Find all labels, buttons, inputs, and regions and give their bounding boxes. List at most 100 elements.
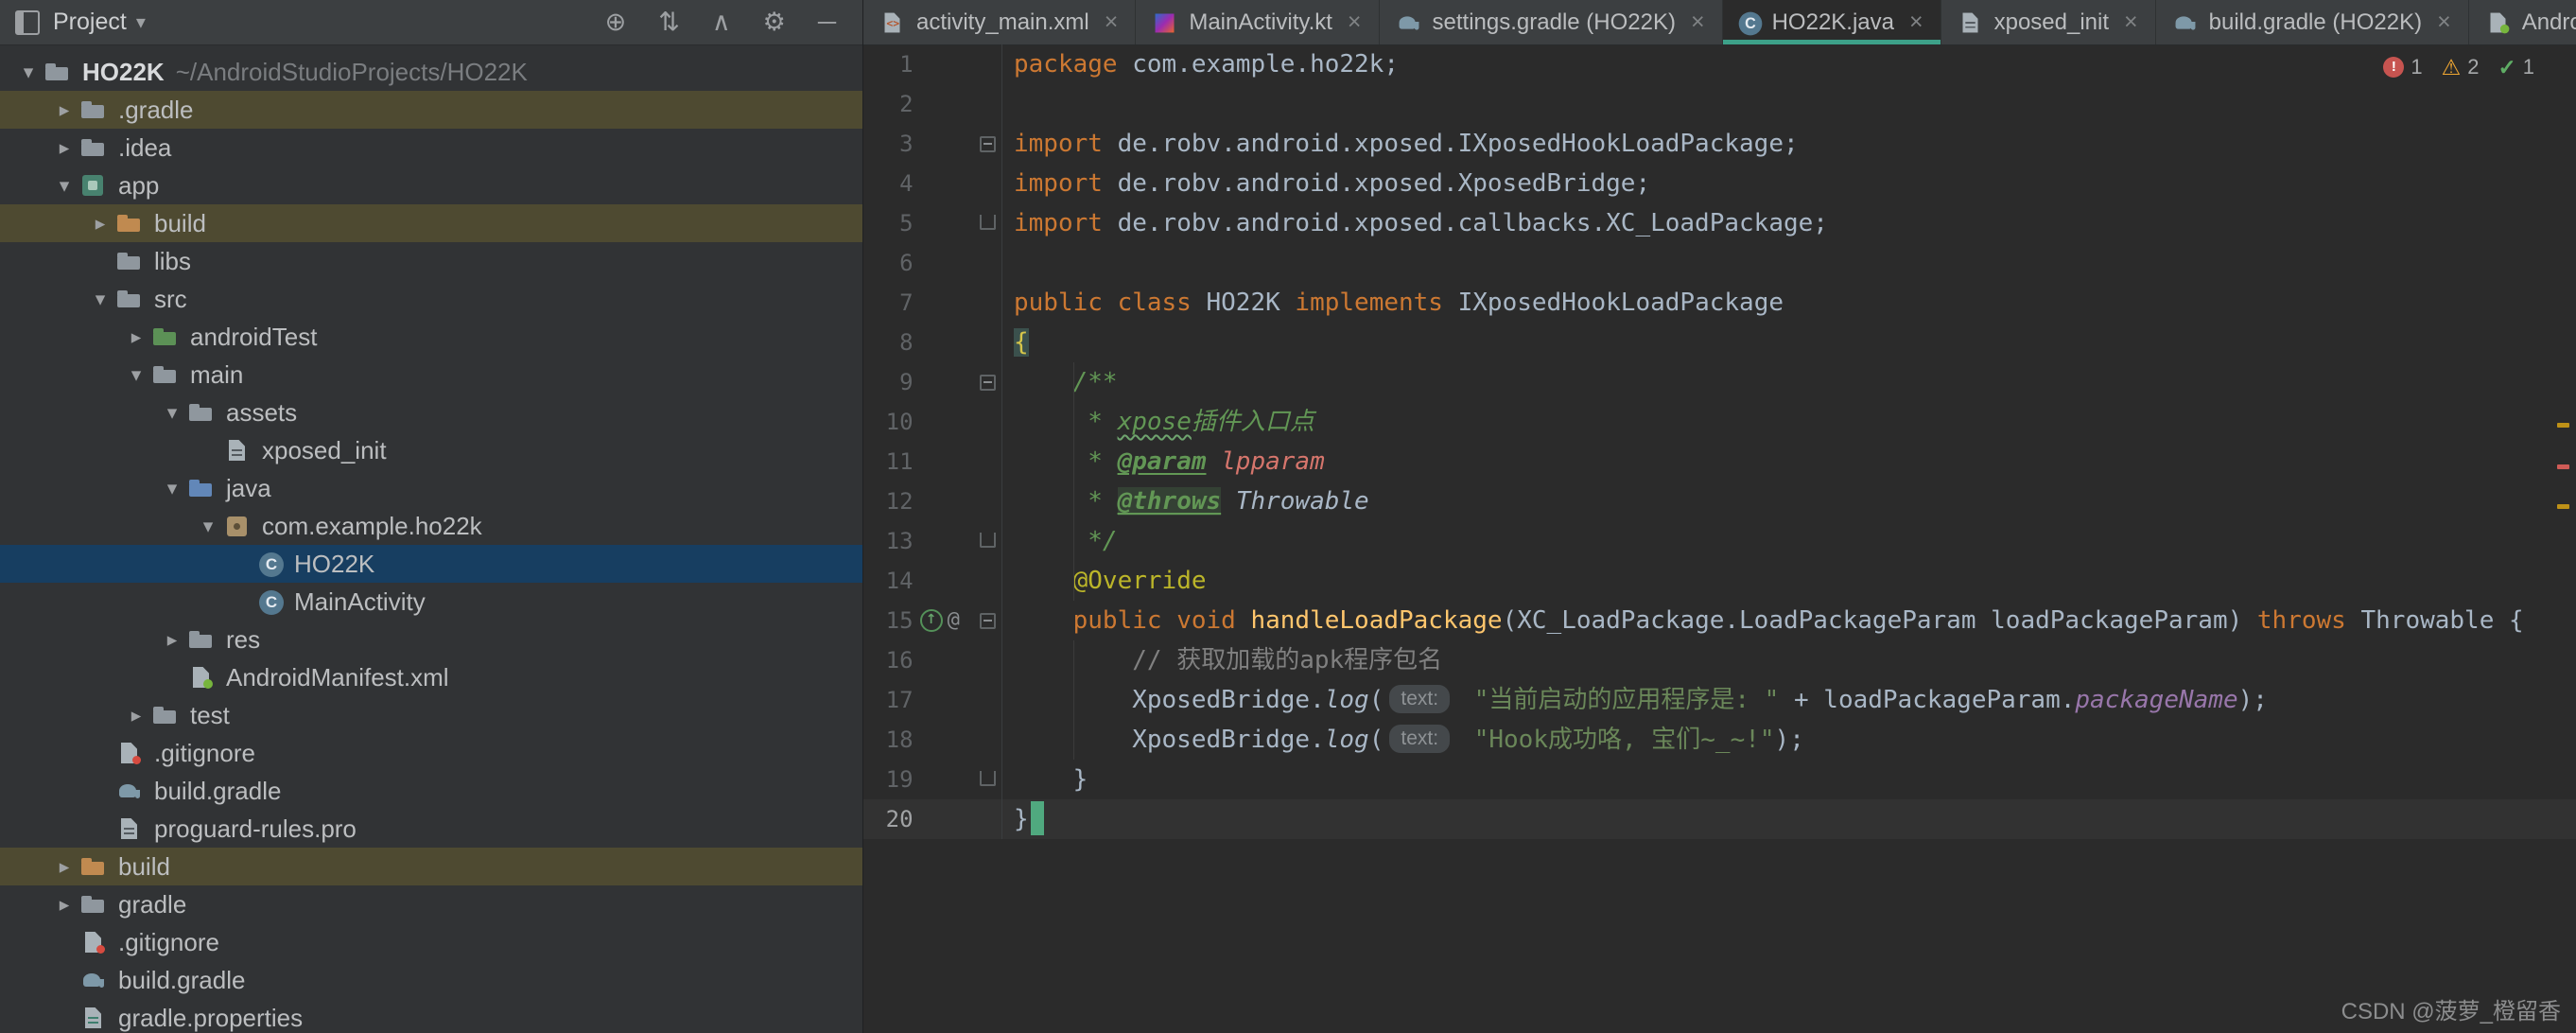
- code-line-6[interactable]: 6: [863, 243, 2576, 283]
- editor-tab-ho22k-java[interactable]: CHO22K.java×: [1723, 0, 1941, 44]
- tree-item-ho22k[interactable]: ▾HO22K~/AndroidStudioProjects/HO22K: [0, 53, 862, 91]
- tree-item-mainactivity[interactable]: CMainActivity: [0, 583, 862, 621]
- chevron-right-icon[interactable]: ▸: [49, 855, 79, 879]
- close-tab-icon[interactable]: ×: [2437, 10, 2451, 34]
- chevron-right-icon[interactable]: ▸: [49, 98, 79, 122]
- code-line-15[interactable]: 15↑@ public void handleLoadPackage(XC_Lo…: [863, 601, 2576, 640]
- code-line-10[interactable]: 10 * xpose插件入口点: [863, 402, 2576, 442]
- tree-item-main[interactable]: ▾main: [0, 356, 862, 394]
- editor-tab-androidmanifest-xml[interactable]: AndroidManifest.xml×: [2469, 0, 2576, 44]
- chevron-down-icon[interactable]: ▾: [13, 61, 44, 84]
- tree-item-assets[interactable]: ▾assets: [0, 394, 862, 431]
- fold-marker-icon[interactable]: [975, 362, 1001, 402]
- tree-item-java[interactable]: ▾java: [0, 469, 862, 507]
- tree-item-gitignore[interactable]: .gitignore: [0, 734, 862, 772]
- chevron-right-icon[interactable]: ▸: [49, 136, 79, 160]
- error-icon: !: [2383, 57, 2404, 78]
- code-line-18[interactable]: 18 XposedBridge.log(text: "Hook成功咯, 宝们~_…: [863, 720, 2576, 760]
- code-line-7[interactable]: 7public class HO22K implements IXposedHo…: [863, 283, 2576, 323]
- tree-item-idea[interactable]: ▸.idea: [0, 129, 862, 166]
- chevron-right-icon[interactable]: ▸: [85, 212, 115, 236]
- tree-item-gitignore[interactable]: .gitignore: [0, 923, 862, 961]
- tab-label: HO22K.java: [1772, 9, 1894, 36]
- close-tab-icon[interactable]: ×: [1909, 10, 1923, 34]
- code-line-11[interactable]: 11 * @param lpparam: [863, 442, 2576, 481]
- tree-item-gradle[interactable]: ▸.gradle: [0, 91, 862, 129]
- editor-tab-build-gradle-ho22k[interactable]: build.gradle (HO22K)×: [2156, 0, 2469, 44]
- tree-item-build-gradle[interactable]: build.gradle: [0, 961, 862, 999]
- tree-item-ho22k[interactable]: CHO22K: [0, 545, 862, 583]
- tree-item-build[interactable]: ▸build: [0, 204, 862, 242]
- errors-indicator[interactable]: ! 1: [2383, 55, 2422, 79]
- tree-item-src[interactable]: ▾src: [0, 280, 862, 318]
- fold-marker-icon[interactable]: [975, 521, 1001, 561]
- tree-item-gradle-properties[interactable]: gradle.properties: [0, 999, 862, 1033]
- tree-item-xposed-init[interactable]: xposed_init: [0, 431, 862, 469]
- warnings-indicator[interactable]: ⚠ 2: [2442, 55, 2480, 79]
- tree-item-build[interactable]: ▸build: [0, 848, 862, 885]
- code-line-2[interactable]: 2: [863, 84, 2576, 124]
- code-line-1[interactable]: 1package com.example.ho22k;: [863, 44, 2576, 84]
- error-stripe[interactable]: [2551, 44, 2576, 1033]
- tree-item-app[interactable]: ▾app: [0, 166, 862, 204]
- chevron-down-icon[interactable]: ▾: [121, 363, 151, 387]
- tree-item-test[interactable]: ▸test: [0, 696, 862, 734]
- code-line-8[interactable]: 8{: [863, 323, 2576, 362]
- tree-item-androidtest[interactable]: ▸androidTest: [0, 318, 862, 356]
- editor-tab-activity-main-xml[interactable]: activity_main.xml×: [863, 0, 1136, 44]
- inspections-widget[interactable]: ! 1 ⚠ 2 ✓ 1: [2383, 55, 2534, 79]
- code-line-5[interactable]: 5import de.robv.android.xposed.callbacks…: [863, 203, 2576, 243]
- code-editor[interactable]: 1package com.example.ho22k;23import de.r…: [863, 44, 2576, 1033]
- chevron-down-icon[interactable]: ▾: [49, 174, 79, 198]
- close-tab-icon[interactable]: ×: [2124, 10, 2138, 34]
- chevron-down-icon[interactable]: ▾: [85, 288, 115, 311]
- close-tab-icon[interactable]: ×: [1691, 10, 1705, 34]
- code-line-3[interactable]: 3import de.robv.android.xposed.IXposedHo…: [863, 124, 2576, 164]
- code-line-12[interactable]: 12 * @throws Throwable: [863, 481, 2576, 521]
- locate-file-icon[interactable]: ⊕: [605, 9, 627, 35]
- fold-marker-icon[interactable]: [975, 601, 1001, 640]
- code-line-16[interactable]: 16 // 获取加载的apk程序包名: [863, 640, 2576, 680]
- tree-item-androidmanifest-xml[interactable]: AndroidManifest.xml: [0, 658, 862, 696]
- code-line-4[interactable]: 4import de.robv.android.xposed.XposedBri…: [863, 164, 2576, 203]
- fold-marker-icon[interactable]: [975, 203, 1001, 243]
- code-line-9[interactable]: 9 /**: [863, 362, 2576, 402]
- ok-indicator[interactable]: ✓ 1: [2498, 55, 2534, 79]
- fold-marker-icon[interactable]: [975, 124, 1001, 164]
- chevron-right-icon[interactable]: ▸: [157, 628, 187, 652]
- chevron-down-icon[interactable]: ▾: [157, 401, 187, 425]
- settings-gear-icon[interactable]: ⚙: [763, 9, 786, 35]
- chevron-right-icon[interactable]: ▸: [121, 704, 151, 727]
- chevron-down-icon[interactable]: ▾: [193, 515, 223, 538]
- tree-item-gradle[interactable]: ▸gradle: [0, 885, 862, 923]
- hide-panel-icon[interactable]: ─: [818, 9, 836, 35]
- warning-stripe-mark[interactable]: [2557, 423, 2569, 428]
- code-line-19[interactable]: 19 }: [863, 760, 2576, 799]
- editor-tab-xposed-init[interactable]: xposed_init×: [1941, 0, 2156, 44]
- chevron-down-icon[interactable]: ▾: [136, 10, 146, 34]
- code-line-20[interactable]: 20}: [863, 799, 2576, 839]
- chevron-right-icon[interactable]: ▸: [49, 893, 79, 917]
- close-tab-icon[interactable]: ×: [1348, 10, 1362, 34]
- code-line-13[interactable]: 13 */: [863, 521, 2576, 561]
- tree-item-res[interactable]: ▸res: [0, 621, 862, 658]
- scroll-from-source-icon[interactable]: ⇅: [658, 9, 680, 35]
- close-tab-icon[interactable]: ×: [1105, 10, 1119, 34]
- warning-stripe-mark[interactable]: [2557, 504, 2569, 509]
- tree-item-com-example-ho22k[interactable]: ▾com.example.ho22k: [0, 507, 862, 545]
- code-line-17[interactable]: 17 XposedBridge.log(text: "当前启动的应用程序是: "…: [863, 680, 2576, 720]
- code-line-14[interactable]: 14 @Override: [863, 561, 2576, 601]
- tree-item-proguard-rules-pro[interactable]: proguard-rules.pro: [0, 810, 862, 848]
- collapse-all-icon[interactable]: ∧: [712, 9, 731, 35]
- chevron-down-icon[interactable]: ▾: [157, 477, 187, 500]
- overriding-method-icon[interactable]: ↑: [920, 609, 943, 632]
- editor-tab-settings-gradle-ho22k[interactable]: settings.gradle (HO22K)×: [1380, 0, 1723, 44]
- chevron-right-icon[interactable]: ▸: [121, 325, 151, 349]
- editor-tab-mainactivity-kt[interactable]: MainActivity.kt×: [1136, 0, 1379, 44]
- fold-marker-icon[interactable]: [975, 760, 1001, 799]
- tree-item-build-gradle[interactable]: build.gradle: [0, 772, 862, 810]
- error-stripe-mark[interactable]: [2557, 464, 2569, 469]
- tree-item-libs[interactable]: libs: [0, 242, 862, 280]
- panel-title[interactable]: Project: [53, 9, 127, 36]
- tree-item-label: libs: [154, 247, 191, 276]
